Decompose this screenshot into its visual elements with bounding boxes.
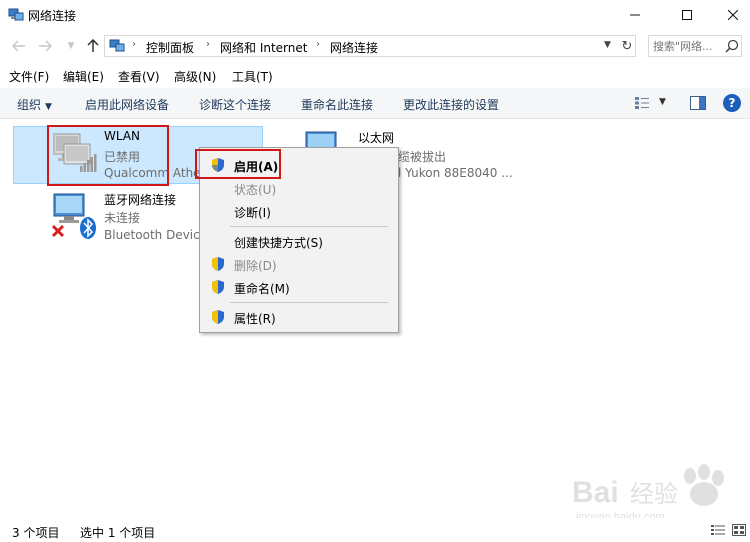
menu-separator [230, 302, 388, 303]
svg-text:经验: 经验 [630, 480, 678, 508]
back-button[interactable] [10, 37, 28, 55]
search-input[interactable] [653, 38, 723, 54]
network-connections-icon [109, 39, 125, 52]
arrow-up-icon [87, 39, 99, 52]
up-button[interactable] [84, 37, 102, 55]
organize-label: 组织 [17, 98, 42, 112]
command-bar: 组织 ▼ 启用此网络设备 诊断这个连接 重命名此连接 更改此连接的设置 ▼ ? [0, 88, 750, 119]
refresh-icon[interactable]: ↻ [619, 37, 635, 55]
arrow-right-icon [39, 40, 52, 52]
connection-name: 蓝牙网络连接 [104, 193, 177, 207]
menu-advanced[interactable]: 高级(N) [174, 68, 216, 85]
change-settings-button[interactable]: 更改此连接的设置 [403, 96, 499, 113]
uac-shield-icon [212, 257, 224, 271]
search-box[interactable] [648, 35, 742, 57]
chevron-down-icon: ▼ [67, 41, 75, 51]
chevron-right-icon[interactable]: › [206, 39, 210, 50]
details-view-icon[interactable] [711, 524, 725, 536]
connection-status: 未连接 [104, 211, 141, 225]
context-rename[interactable]: 重命名(M) [234, 280, 290, 297]
large-icons-view-icon[interactable] [732, 524, 746, 536]
maximize-button[interactable] [664, 0, 710, 30]
preview-pane-icon[interactable] [690, 96, 706, 110]
menu-view[interactable]: 查看(V) [118, 68, 160, 85]
network-connections-icon [8, 8, 24, 21]
context-status[interactable]: 状态(U) [234, 181, 276, 198]
menu-file[interactable]: 文件(F) [9, 68, 49, 85]
help-icon[interactable]: ? [723, 94, 741, 112]
menu-tools[interactable]: 工具(T) [232, 68, 273, 85]
minimize-icon [630, 14, 640, 16]
uac-shield-icon [212, 310, 224, 324]
bluetooth-adapter-icon [51, 193, 96, 239]
connection-device: l Yukon 88E8040 ... [398, 166, 513, 180]
enable-device-button[interactable]: 启用此网络设备 [85, 96, 169, 113]
address-bar[interactable]: › 控制面板 › 网络和 Internet › 网络连接 ▼ ↻ [104, 35, 636, 57]
baidu-jingyan-watermark: Bai 经验 jingyan.baidu.com [572, 464, 724, 522]
close-button[interactable] [710, 0, 750, 30]
caret-down-icon: ▼ [45, 102, 52, 112]
highlight-box-wlan [47, 125, 169, 186]
connection-device: Bluetooth Device [104, 228, 208, 242]
search-icon[interactable] [725, 39, 739, 53]
organize-button[interactable]: 组织 ▼ [17, 96, 52, 113]
rename-button[interactable]: 重命名此连接 [301, 96, 373, 113]
breadcrumb-network-connections[interactable]: 网络连接 [330, 39, 378, 56]
address-row: ▼ › 控制面板 › 网络和 Internet › 网络连接 ▼ ↻ [0, 32, 750, 60]
forward-button[interactable] [36, 37, 54, 55]
chevron-down-icon[interactable]: ▼ [659, 97, 666, 107]
menu-edit[interactable]: 编辑(E) [63, 68, 104, 85]
connection-name: 以太网 [358, 131, 395, 145]
maximize-icon [682, 10, 692, 20]
context-properties[interactable]: 属性(R) [234, 310, 276, 327]
chevron-right-icon: › [132, 39, 136, 50]
context-delete[interactable]: 删除(D) [234, 257, 277, 274]
minimize-button[interactable] [612, 0, 658, 30]
window-title: 网络连接 [28, 9, 77, 23]
uac-shield-icon [212, 280, 224, 294]
context-create-shortcut[interactable]: 创建快捷方式(S) [234, 234, 323, 251]
title-bar: 网络连接 [0, 0, 750, 30]
svg-text:Bai: Bai [572, 476, 619, 509]
status-bar: 3 个项目 选中 1 个项目 [0, 518, 750, 542]
item-count: 3 个项目 [12, 526, 60, 540]
chevron-right-icon[interactable]: › [316, 39, 320, 50]
view-options-icon[interactable] [634, 96, 650, 110]
highlight-box-enable [195, 149, 281, 179]
close-icon [728, 10, 738, 20]
selected-count: 选中 1 个项目 [80, 526, 156, 540]
arrow-left-icon [12, 40, 25, 52]
menu-separator [230, 226, 388, 227]
breadcrumb-control-panel[interactable]: 控制面板 [146, 39, 194, 56]
recent-locations-button[interactable]: ▼ [62, 37, 80, 55]
connection-status: 缆被拔出 [398, 150, 447, 164]
chevron-down-icon[interactable]: ▼ [604, 40, 611, 50]
breadcrumb-network-internet[interactable]: 网络和 Internet [220, 39, 307, 56]
diagnose-button[interactable]: 诊断这个连接 [199, 96, 271, 113]
menu-bar: 文件(F) 编辑(E) 查看(V) 高级(N) 工具(T) [0, 66, 750, 86]
context-diagnose[interactable]: 诊断(I) [234, 204, 271, 221]
